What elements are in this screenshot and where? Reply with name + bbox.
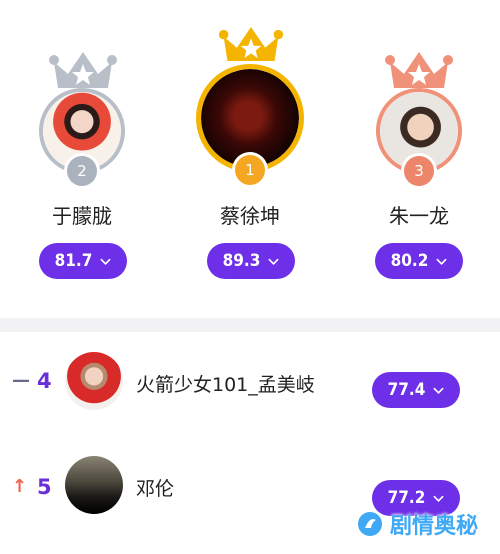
score-button[interactable]: 77.4: [372, 372, 460, 408]
bronze-crown-icon: [385, 52, 453, 88]
score-value: 89.3: [222, 251, 261, 271]
score-button[interactable]: 80.2: [375, 243, 463, 279]
list-item[interactable]: — 4 火箭少女101_孟美岐 77.4: [0, 338, 500, 428]
silver-crown-icon: [49, 52, 117, 88]
chevron-down-icon: [436, 258, 448, 265]
gold-crown-icon: [218, 27, 284, 61]
person-portrait-image: [201, 69, 299, 167]
score-button[interactable]: 81.7: [39, 243, 127, 279]
trend-up-icon: ↑: [12, 476, 28, 497]
celebrity-name: 朱一龙: [389, 204, 449, 228]
watermark-text: 剧情奥秘: [390, 514, 479, 539]
chevron-down-icon: [100, 258, 112, 265]
rank-medal: 2: [67, 156, 97, 186]
section-divider: [0, 318, 500, 332]
score-value: 80.2: [390, 251, 429, 271]
chevron-down-icon: [433, 387, 445, 394]
top-three-podium: 2 于朦胧 81.7 1 蔡徐坤 89.3 3 朱一龙 80.2: [0, 0, 500, 318]
trend-same-icon: —: [12, 370, 30, 391]
rank-medal: 1: [235, 155, 265, 185]
celebrity-name: 邓伦: [136, 478, 175, 500]
chevron-down-icon: [433, 495, 445, 502]
rank-medal: 3: [404, 156, 434, 186]
avatar: [65, 456, 123, 514]
score-value: 77.4: [387, 380, 426, 400]
celebrity-name: 于朦胧: [52, 204, 112, 228]
rank-number: 4: [37, 369, 52, 393]
celebrity-name: 火箭少女101_孟美岐: [136, 374, 315, 396]
celebrity-name: 蔡徐坤: [220, 204, 280, 228]
score-value: 81.7: [54, 251, 93, 271]
logo-icon: [358, 512, 382, 536]
score-button[interactable]: 89.3: [207, 243, 295, 279]
rank-number: 5: [37, 475, 52, 499]
avatar: [65, 352, 123, 410]
chevron-down-icon: [268, 258, 280, 265]
watermark: 剧情奥秘: [356, 508, 478, 540]
score-value: 77.2: [387, 488, 426, 508]
